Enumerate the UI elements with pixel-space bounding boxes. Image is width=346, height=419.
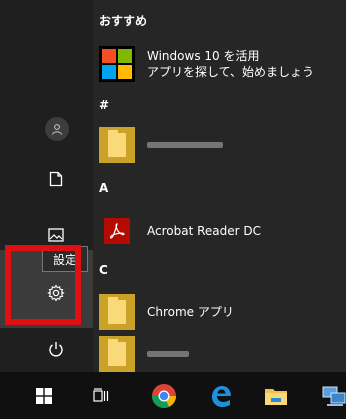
network-icon (322, 386, 346, 406)
pictures-icon (48, 228, 64, 242)
section-header-recommended: おすすめ (99, 14, 148, 28)
power-button[interactable] (39, 334, 73, 364)
app-label-chrome-apps: Chrome アプリ (147, 305, 234, 319)
document-icon (49, 171, 63, 187)
edge-button[interactable] (199, 372, 243, 419)
folder-icon (108, 297, 126, 324)
app-blurred-2[interactable] (99, 336, 346, 372)
blurred2-tile (99, 336, 135, 372)
app-blurred-1[interactable] (99, 127, 346, 163)
task-view-button[interactable] (80, 372, 124, 419)
app-label-windows10: Windows 10 を活用 アプリを探して、始めましょう (147, 48, 314, 80)
app-chrome-apps[interactable]: Chrome アプリ (99, 294, 346, 330)
network-button[interactable] (312, 372, 346, 419)
windows10-tile (99, 46, 135, 82)
section-header-a: A (99, 181, 109, 195)
blurred-label-2 (147, 351, 189, 357)
app-label-blurred-2 (147, 351, 189, 357)
folder-icon (108, 130, 126, 157)
folder-icon (108, 339, 126, 366)
file-explorer-button[interactable] (254, 372, 298, 419)
taskbar (0, 372, 346, 419)
start-button[interactable] (22, 372, 66, 419)
section-header-c: C (99, 263, 108, 277)
chrome-apps-tile (99, 294, 135, 330)
app-label-blurred-1 (147, 142, 223, 148)
settings-highlight-box (5, 245, 81, 325)
start-menu: 設定 おすすめ Windows 10 を活用 アプリを探して、始めましょう # … (0, 0, 346, 372)
windows10-line1: Windows 10 を活用 (147, 49, 260, 63)
app-label-acrobat: Acrobat Reader DC (147, 224, 261, 238)
avatar[interactable] (45, 117, 69, 141)
windows10-line2: アプリを探して、始めましょう (147, 65, 315, 79)
section-header-hash: # (99, 98, 110, 112)
blurred1-tile (99, 127, 135, 163)
chrome-button[interactable] (142, 372, 186, 419)
blurred-label-1 (147, 142, 223, 148)
user-icon (52, 124, 62, 135)
power-icon (49, 342, 63, 357)
documents-button[interactable] (39, 164, 73, 194)
file-explorer-icon (265, 388, 287, 405)
edge-icon (212, 385, 231, 407)
app-windows10[interactable]: Windows 10 を活用 アプリを探して、始めましょう (99, 46, 346, 82)
acrobat-tile (104, 218, 130, 244)
windows-logo-icon (102, 49, 132, 79)
task-view-icon (93, 387, 109, 402)
app-acrobat[interactable]: Acrobat Reader DC (99, 213, 346, 249)
windows-start-icon (36, 387, 52, 404)
chrome-icon (152, 383, 176, 408)
acrobat-icon (109, 223, 125, 239)
